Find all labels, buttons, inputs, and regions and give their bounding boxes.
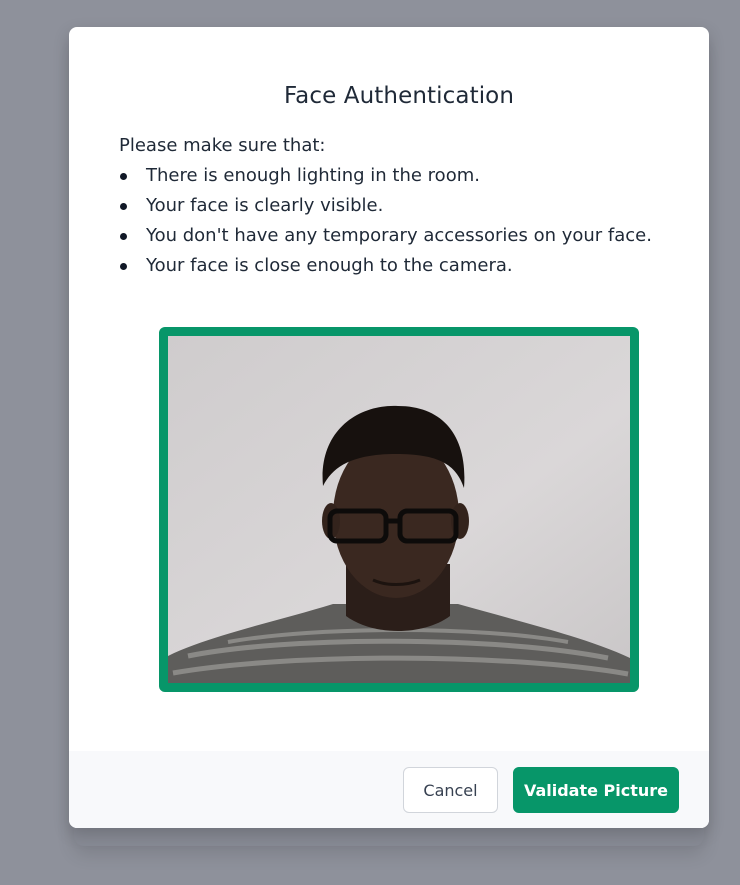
bullet-icon: [120, 233, 127, 240]
list-item: Your face is close enough to the camera.: [119, 251, 689, 281]
requirements-list: There is enough lighting in the room. Yo…: [119, 161, 689, 281]
list-item: You don't have any temporary accessories…: [119, 221, 689, 251]
list-item-text: Your face is close enough to the camera.: [146, 255, 513, 276]
cancel-button[interactable]: Cancel: [403, 767, 498, 813]
list-item-text: There is enough lighting in the room.: [146, 165, 480, 186]
modal-title: Face Authentication: [283, 83, 515, 109]
instructions: Please make sure that: There is enough l…: [119, 131, 689, 281]
bullet-icon: [120, 263, 127, 270]
camera-preview-frame: [159, 327, 639, 692]
validate-picture-button[interactable]: Validate Picture: [513, 767, 679, 813]
bullet-icon: [120, 203, 127, 210]
list-item: There is enough lighting in the room.: [119, 161, 689, 191]
bullet-icon: [120, 173, 127, 180]
camera-feed: [168, 336, 630, 683]
list-item-text: Your face is clearly visible.: [146, 195, 384, 216]
modal-footer: Cancel Validate Picture: [69, 751, 709, 828]
list-item-text: You don't have any temporary accessories…: [146, 225, 652, 246]
face-authentication-modal: Face Authentication Please make sure tha…: [69, 27, 709, 828]
instructions-intro: Please make sure that:: [119, 135, 326, 156]
list-item: Your face is clearly visible.: [119, 191, 689, 221]
